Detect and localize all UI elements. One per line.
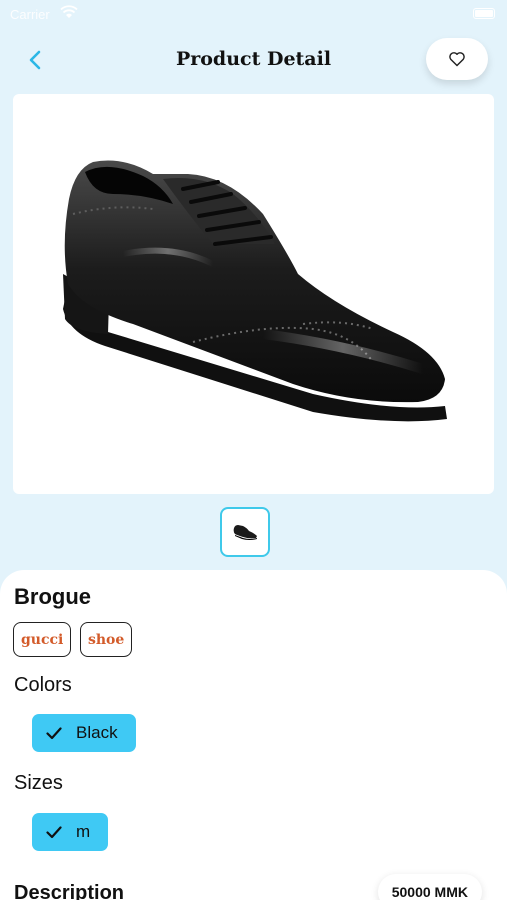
check-icon — [46, 726, 62, 739]
heart-outline-icon — [449, 52, 465, 67]
price-badge: 50000 MMK — [377, 874, 482, 900]
shoe-thumbnail-icon — [233, 525, 257, 540]
product-name: Brogue — [14, 584, 91, 609]
color-option-label: Black — [76, 723, 118, 742]
check-icon — [46, 825, 62, 838]
tag-chip[interactable]: gucci — [13, 622, 72, 657]
size-option-label: m — [76, 822, 91, 841]
favorite-button[interactable] — [426, 38, 488, 80]
color-option-black[interactable]: Black — [32, 714, 136, 752]
product-image — [13, 94, 494, 494]
header: Product Detail — [0, 36, 507, 84]
wifi-icon — [60, 5, 78, 18]
status-bar: Carrier — [0, 0, 507, 30]
description-heading: Description — [14, 882, 125, 900]
battery-icon — [473, 8, 495, 19]
colors-heading: Colors — [14, 674, 72, 696]
shoe-image — [63, 160, 447, 422]
carrier-label: Carrier — [10, 7, 50, 22]
sizes-heading: Sizes — [14, 772, 63, 794]
tag-chip[interactable]: shoe — [80, 622, 133, 657]
size-option-m[interactable]: m — [32, 813, 109, 851]
thumbnail-image[interactable] — [220, 507, 270, 557]
